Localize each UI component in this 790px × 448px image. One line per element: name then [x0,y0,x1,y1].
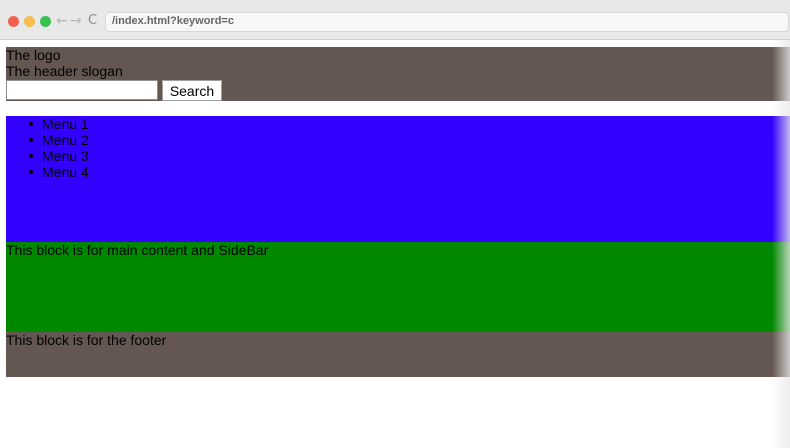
menu-item-label: Menu 4 [42,164,89,180]
close-window-icon[interactable] [8,16,19,27]
header-slogan: The header slogan [6,63,123,79]
footer-text: This block is for the footer [6,332,167,348]
page-body: The logo The header slogan Search Menu 1… [6,47,790,377]
maximize-window-icon[interactable] [40,16,51,27]
minimize-window-icon[interactable] [24,16,35,27]
browser-toolbar: ← → C /index.html?keyword=c [0,0,790,40]
address-bar[interactable]: /index.html?keyword=c [105,12,789,32]
menu-item[interactable]: Menu 3 [6,148,790,164]
logo-text: The logo [6,47,61,63]
main-content-text: This block is for main content and SideB… [6,242,269,258]
bullet-icon [29,122,33,126]
menu-item-label: Menu 1 [42,116,89,132]
reload-icon[interactable]: C [88,13,97,29]
search-button[interactable]: Search [162,80,222,101]
address-url: /index.html?keyword=c [112,15,234,27]
menu-item[interactable]: Menu 2 [6,132,790,148]
menu-list: Menu 1 Menu 2 Menu 3 Menu 4 [6,116,790,180]
menu-block: Menu 1 Menu 2 Menu 3 Menu 4 [6,116,790,242]
forward-arrow-icon[interactable]: → [70,13,82,29]
menu-item-label: Menu 3 [42,148,89,164]
bullet-icon [29,154,33,158]
bullet-icon [29,170,33,174]
back-arrow-icon[interactable]: ← [56,13,68,29]
menu-item[interactable]: Menu 4 [6,164,790,180]
search-input[interactable] [6,80,158,100]
menu-item-label: Menu 2 [42,132,89,148]
header: The logo The header slogan Search [6,47,790,101]
bullet-icon [29,138,33,142]
menu-item[interactable]: Menu 1 [6,116,790,132]
main-content-block: This block is for main content and SideB… [6,242,790,332]
footer: This block is for the footer [6,332,790,377]
